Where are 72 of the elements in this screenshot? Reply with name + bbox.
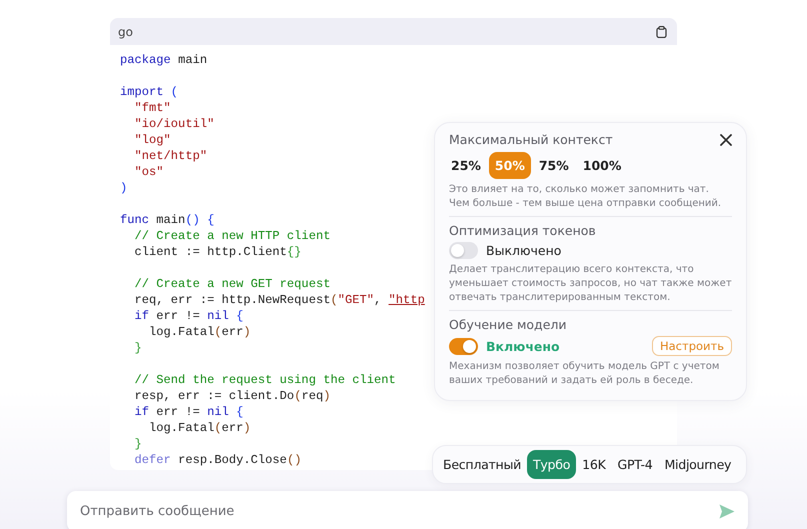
model-tab[interactable]: 16K — [576, 450, 612, 479]
close-icon[interactable] — [720, 134, 732, 146]
code-token: ) — [243, 325, 251, 339]
code-token: {} — [286, 245, 302, 259]
code-token: { — [235, 405, 244, 419]
code-token: resp.Body.Close — [177, 453, 287, 467]
copy-icon[interactable] — [656, 26, 667, 38]
code-token: if — [134, 405, 150, 419]
code-token: err — [222, 421, 244, 435]
code-comment: // Create a new GET request — [134, 277, 330, 291]
section-title: Оптимизация токенов — [449, 223, 596, 238]
code-comment: // Send the request using the client — [134, 373, 396, 387]
code-token: package — [120, 53, 171, 67]
code-token: "GET" — [338, 293, 374, 307]
code-token: log.Fatal — [148, 325, 214, 339]
percent-option[interactable]: 100% — [576, 152, 628, 179]
code-token: client := http.Client — [134, 245, 287, 259]
code-token: nil — [207, 309, 229, 323]
language-label: go — [118, 24, 133, 38]
model-tab[interactable]: Midjourney — [658, 450, 738, 479]
code-token: "fmt" — [134, 101, 171, 115]
code-token: ( — [294, 389, 302, 403]
code-token: req, err := http.NewRequest — [134, 293, 330, 307]
code-token: ) — [323, 389, 330, 403]
model-tab[interactable]: Бесплатный — [437, 450, 528, 479]
section-description: Механизм позволяет обучить модель GPT с учетом ваших требований и задать ей роль в беседе. — [449, 360, 720, 388]
code-token: ( — [330, 293, 338, 307]
code-token: defer — [134, 453, 171, 467]
code-token: ( — [214, 325, 222, 339]
code-token: ( — [214, 421, 222, 435]
code-token: req — [301, 389, 324, 403]
percent-option[interactable]: 25% — [445, 152, 487, 179]
model-tab[interactable]: GPT-4 — [612, 450, 658, 479]
toggle-status: Включено — [486, 338, 560, 354]
code-token: "io/ioutil" — [134, 117, 214, 131]
code-token: } — [134, 437, 142, 451]
code-token: log.Fatal — [148, 421, 214, 435]
section-title: Обучение модели — [449, 317, 567, 332]
code-token: "log" — [134, 133, 171, 147]
code-token: main — [177, 53, 208, 67]
code-token: , — [374, 293, 382, 307]
code-token: "http — [388, 293, 425, 307]
section-title: Максимальный контекст — [449, 132, 613, 147]
code-token: err — [222, 325, 244, 339]
message-field[interactable]: Отправить сообщение — [67, 491, 748, 529]
code-token: "os" — [134, 165, 164, 179]
code-token: ( — [170, 85, 178, 99]
code-token: "net/http" — [134, 149, 208, 163]
code-token: } — [134, 341, 142, 355]
code-token: ) — [120, 181, 128, 195]
code-token: if — [134, 309, 150, 323]
code-token: ) — [243, 421, 251, 435]
code-comment: // Create a new HTTP client — [134, 229, 330, 243]
code-token: func — [120, 213, 150, 227]
percent-option[interactable]: 75% — [532, 152, 575, 179]
send-icon[interactable] — [719, 504, 735, 519]
code-token: err != — [155, 309, 201, 323]
section-description: Делает транслитерацию всего контекста, что уменьшает стоимость запросов, но чат также может отвечать транслитерированным текстом. — [449, 263, 732, 305]
toggle-switch[interactable] — [449, 338, 478, 354]
code-token: main — [155, 213, 186, 227]
code-token: err != — [155, 405, 201, 419]
model-tab[interactable]: Турбо — [527, 450, 576, 479]
code-token: { — [206, 213, 214, 227]
code-token: resp, err := client.Do — [134, 389, 294, 403]
toggle-switch[interactable] — [449, 242, 478, 259]
code-token: () — [286, 453, 302, 467]
toggle-status: Выключено — [486, 243, 562, 258]
code-token: nil — [207, 405, 229, 419]
code-token: { — [235, 309, 244, 323]
section-description: Это влияет на то, сколько может запомнить чат. Чем больше - тем выше цена отправки сообщений. — [449, 183, 722, 211]
code-token: import — [120, 85, 164, 99]
code-token: () — [185, 213, 200, 227]
